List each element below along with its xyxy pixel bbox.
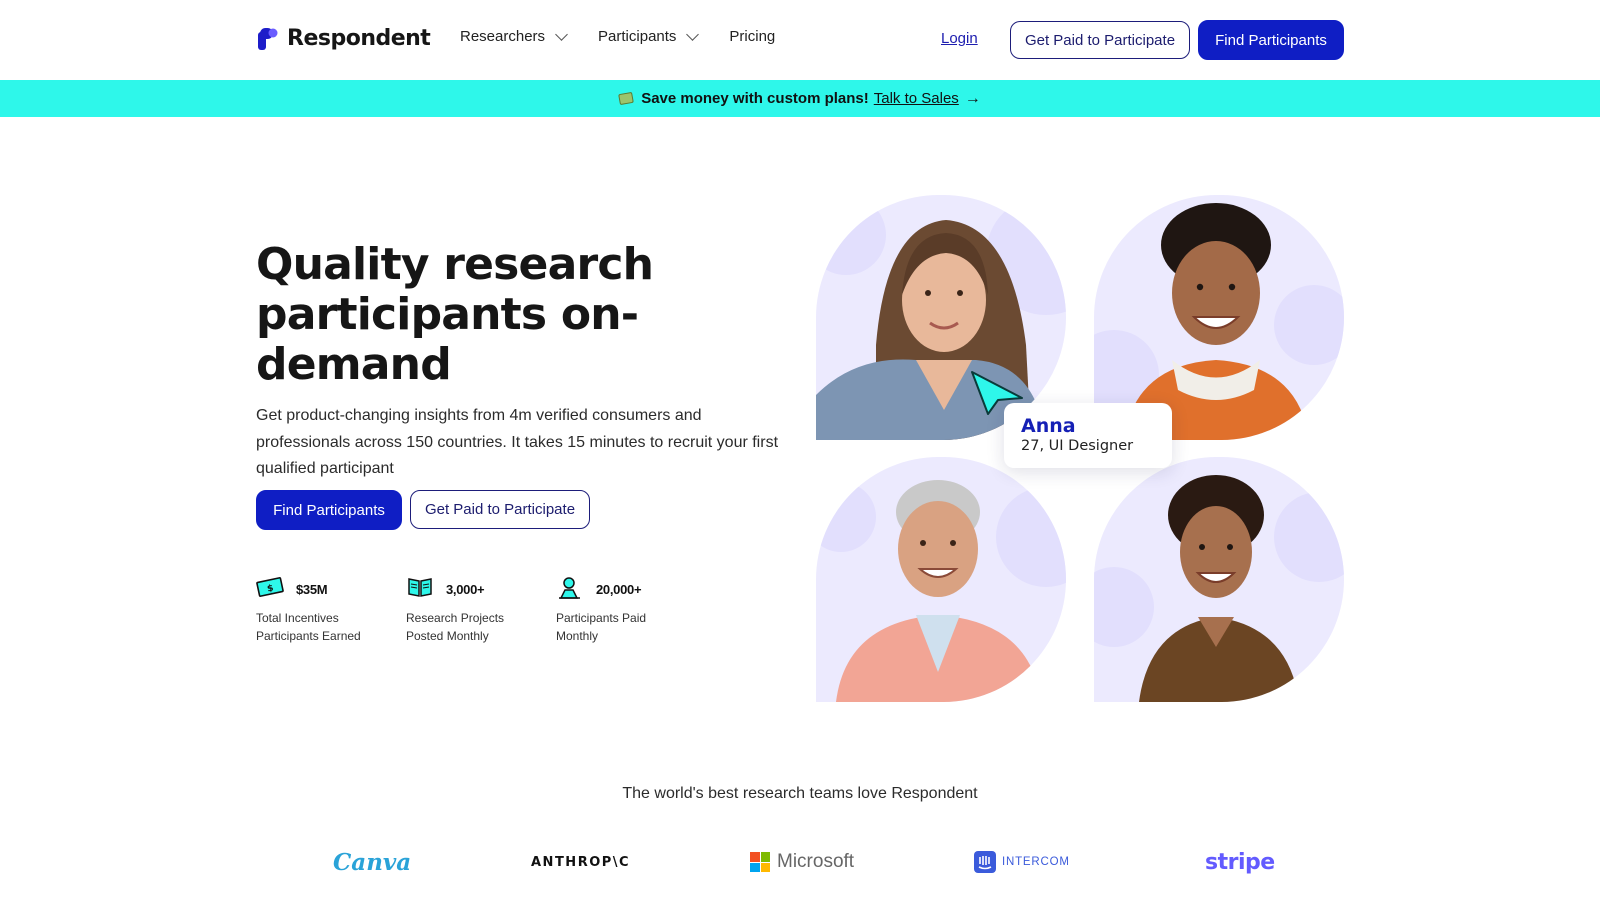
book-icon bbox=[406, 576, 434, 598]
nav-researchers[interactable]: Researchers bbox=[460, 27, 568, 45]
profile-card: Anna 27, UI Designer bbox=[1004, 403, 1172, 468]
find-participants-button[interactable]: Find Participants bbox=[1198, 20, 1344, 60]
site-header: Respondent Researchers Participants Pric… bbox=[0, 0, 1600, 80]
stat-label: Research Projects Posted Monthly bbox=[406, 611, 505, 643]
profile-detail: 27, UI Designer bbox=[1021, 438, 1134, 454]
arrow-right-icon: → bbox=[964, 89, 981, 107]
get-paid-button[interactable]: Get Paid to Participate bbox=[1010, 21, 1190, 59]
microsoft-logo: Microsoft bbox=[750, 842, 854, 882]
intercom-logo: INTERCOM bbox=[974, 842, 1070, 882]
promo-banner: Save money with custom plans! Talk to Sa… bbox=[0, 80, 1600, 117]
respondent-logo[interactable]: Respondent bbox=[257, 26, 431, 51]
person-pin-icon bbox=[556, 576, 584, 599]
hero-title: Quality research participants on-demand bbox=[256, 239, 654, 390]
stat-participants-paid: 20,000+ Participants Paid Monthly bbox=[556, 574, 706, 644]
chevron-down-icon bbox=[555, 27, 568, 41]
profile-name: Anna bbox=[1021, 415, 1076, 437]
microsoft-wordmark: Microsoft bbox=[777, 851, 855, 872]
stat-value: 20,000+ bbox=[596, 582, 642, 597]
intercom-logo-icon bbox=[974, 851, 996, 873]
nav-pricing[interactable]: Pricing bbox=[729, 28, 775, 45]
money-icon bbox=[618, 91, 635, 106]
talk-to-sales-link[interactable]: Talk to Sales bbox=[874, 90, 959, 107]
participant-photo-woman bbox=[1094, 457, 1344, 702]
stat-value: $35M bbox=[296, 582, 328, 597]
nav-pricing-label: Pricing bbox=[729, 28, 776, 45]
stats-row: $ $35M Total Incentives Participants Ear… bbox=[256, 574, 706, 644]
promo-text: Save money with custom plans! bbox=[641, 90, 869, 107]
customer-logos: Canva ANTHROP\C Microsoft INTERCOM strip… bbox=[0, 842, 1600, 882]
participant-photo-older-man bbox=[816, 457, 1066, 702]
stripe-logo: stripe bbox=[1205, 849, 1275, 875]
nav-participants[interactable]: Participants bbox=[598, 27, 700, 45]
login-link[interactable]: Login bbox=[941, 30, 978, 47]
money-bill-icon: $ bbox=[256, 576, 284, 598]
intercom-wordmark: INTERCOM bbox=[1002, 856, 1070, 868]
canva-logo: Canva bbox=[333, 848, 412, 876]
microsoft-logo-icon bbox=[750, 852, 770, 872]
chevron-down-icon bbox=[686, 27, 700, 41]
nav-participants-label: Participants bbox=[598, 28, 677, 45]
trusted-heading: The world's best research teams love Res… bbox=[622, 785, 978, 802]
stat-value: 3,000+ bbox=[446, 582, 485, 597]
stat-label: Participants Paid Monthly bbox=[556, 611, 647, 643]
brand-name: Respondent bbox=[287, 26, 431, 51]
stat-projects: 3,000+ Research Projects Posted Monthly bbox=[406, 574, 556, 644]
hero-find-participants-button[interactable]: Find Participants bbox=[256, 490, 402, 530]
hero-subtitle: Get product-changing insights from 4m ve… bbox=[256, 407, 779, 477]
respondent-logo-icon bbox=[257, 27, 279, 51]
hero-get-paid-button[interactable]: Get Paid to Participate bbox=[410, 490, 590, 529]
stat-incentives: $ $35M Total Incentives Participants Ear… bbox=[256, 574, 406, 644]
anthropic-logo: ANTHROP\C bbox=[531, 854, 631, 870]
nav-researchers-label: Researchers bbox=[460, 28, 546, 45]
stat-label: Total Incentives Participants Earned bbox=[256, 611, 361, 643]
main-nav: Researchers Participants Pricing bbox=[460, 27, 807, 45]
